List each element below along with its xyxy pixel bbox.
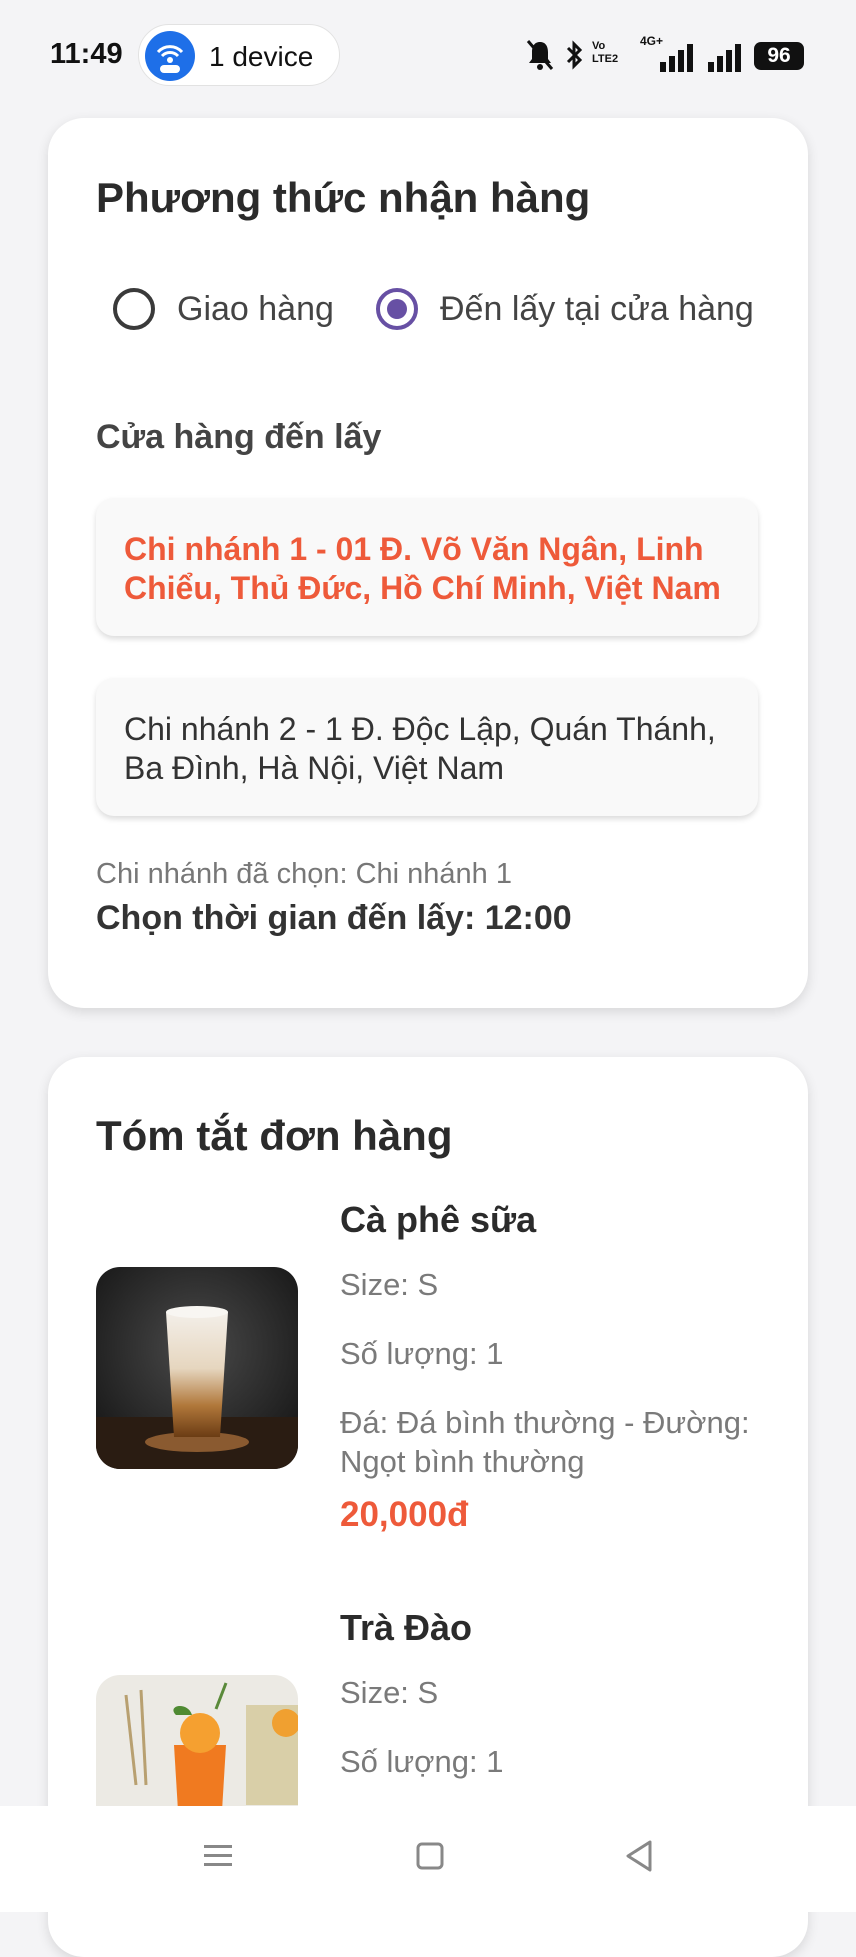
volte-icon: Vo LTE2 — [592, 40, 619, 65]
item-name: Cà phê sữa — [340, 1199, 537, 1240]
store-option-2[interactable]: Chi nhánh 2 - 1 Đ. Độc Lập, Quán Thánh, … — [96, 678, 758, 816]
item-size: Size: S — [340, 1675, 439, 1710]
signal-strength-icon — [660, 44, 693, 72]
battery-icon: 96 — [754, 42, 804, 70]
delivery-method-card: Phương thức nhận hàng Giao hàng Đến lấy … — [48, 118, 808, 1008]
item-options: Đá: Đá bình thường - Đường: Ngọt bình th… — [340, 1405, 750, 1479]
home-icon[interactable] — [410, 1836, 450, 1876]
radio-pickup-label: Đến lấy tại cửa hàng — [440, 289, 754, 328]
hotspot-label: 1 device — [209, 41, 314, 72]
radio-delivery-label: Giao hàng — [177, 289, 334, 328]
item-size: Size: S — [340, 1267, 439, 1302]
hotspot-pill[interactable]: 1 device — [138, 24, 340, 86]
order-item: Cà phê sữa Size: S Số lượng: 1 Đá: Đá bì… — [96, 1195, 776, 1575]
battery-level: 96 — [767, 44, 791, 67]
order-summary-title: Tóm tắt đơn hàng — [96, 1112, 453, 1159]
radio-pickup[interactable]: Đến lấy tại cửa hàng — [376, 288, 754, 330]
hotspot-icon — [145, 31, 195, 81]
item-price: 20,000đ — [340, 1495, 469, 1534]
pickup-store-label: Cửa hàng đến lấy — [96, 418, 382, 456]
radio-delivery[interactable]: Giao hàng — [113, 288, 334, 330]
menu-icon[interactable] — [198, 1836, 238, 1876]
item-quantity: Số lượng: 1 — [340, 1336, 504, 1371]
bluetooth-icon — [566, 40, 583, 70]
radio-delivery-circle[interactable] — [113, 288, 155, 330]
store-option-1[interactable]: Chi nhánh 1 - 01 Đ. Võ Văn Ngân, Linh Ch… — [96, 498, 758, 636]
system-navigation-bar — [0, 1806, 856, 1912]
item-image-iced-coffee — [96, 1267, 298, 1469]
pickup-time-button[interactable]: Chọn thời gian đến lấy: 12:00 — [96, 899, 572, 938]
radio-pickup-circle[interactable] — [376, 288, 418, 330]
delivery-method-title: Phương thức nhận hàng — [96, 174, 591, 221]
status-time: 11:49 — [50, 38, 123, 70]
signal-strength-icon-2 — [708, 44, 741, 72]
item-name: Trà Đào — [340, 1607, 473, 1648]
selected-store-text: Chi nhánh đã chọn: Chi nhánh 1 — [96, 858, 512, 890]
status-bar: 11:49 1 device Vo LTE2 4G+ 96 — [0, 0, 856, 110]
item-quantity: Số lượng: 1 — [340, 1744, 504, 1779]
back-icon[interactable] — [620, 1836, 660, 1876]
mute-bell-icon — [526, 40, 554, 70]
